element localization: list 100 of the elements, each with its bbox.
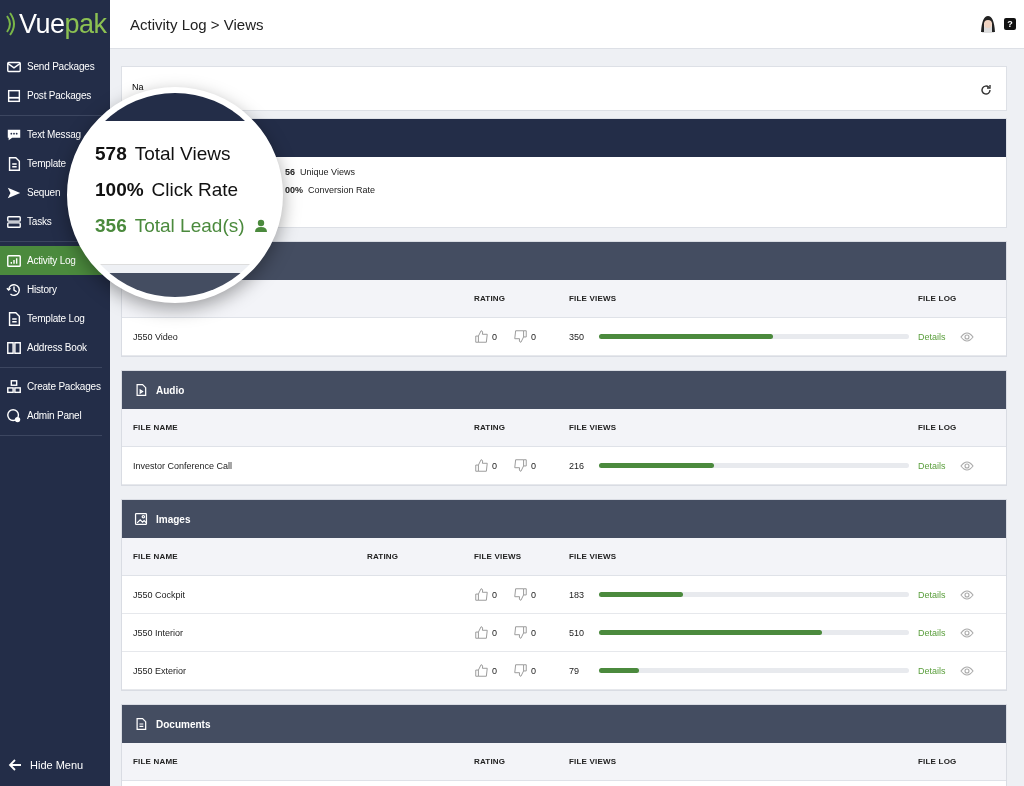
thumbs-up-icon[interactable] — [474, 587, 489, 602]
document-icon — [6, 310, 22, 327]
column-header: FILE NAME — [133, 552, 179, 561]
thumbs-up-icon[interactable] — [474, 625, 489, 640]
like-count: 0 — [492, 589, 497, 600]
book-icon — [6, 339, 22, 356]
column-header: FILE VIEWS — [569, 552, 618, 561]
like-count: 0 — [492, 627, 497, 638]
thumbs-down-icon[interactable] — [513, 663, 528, 678]
thumbs-down-icon[interactable] — [513, 458, 528, 473]
sidebar-item[interactable]: History — [0, 275, 57, 304]
eye-icon[interactable] — [959, 331, 974, 342]
eye-icon[interactable] — [959, 589, 974, 600]
sidebar-item[interactable]: Template Log — [0, 304, 85, 333]
column-header: FILE LOG — [918, 294, 958, 303]
column-header: FILE LOG — [918, 757, 958, 766]
sidebar-item[interactable]: Template — [0, 149, 66, 178]
view-count: 510 — [569, 627, 586, 638]
like-count: 0 — [492, 331, 497, 342]
chart-icon — [6, 252, 22, 269]
refresh-icon[interactable] — [980, 84, 992, 96]
sidebar-item[interactable]: Admin Panel — [0, 401, 82, 430]
sidebar-item[interactable]: Sequen — [0, 178, 61, 207]
stat-value: 356 — [95, 215, 127, 237]
stat-value: 578 — [95, 143, 127, 165]
thumbs-up-icon[interactable] — [474, 663, 489, 678]
thumbs-up-icon[interactable] — [474, 458, 489, 473]
column-header: FILE VIEWS — [569, 757, 618, 766]
dislike-count: 0 — [531, 627, 537, 638]
column-header: RATING — [474, 423, 507, 432]
like-count: 0 — [492, 665, 497, 676]
details-link[interactable]: Details — [918, 665, 946, 676]
file-name: J550 Interior — [133, 627, 185, 638]
details-link[interactable]: Details — [918, 331, 946, 342]
hide-menu-button[interactable]: Hide Menu — [0, 758, 110, 786]
thumbs-down-icon[interactable] — [513, 625, 528, 640]
file-name: J550 Cockpit — [133, 589, 187, 600]
avatar-icon[interactable] — [978, 14, 998, 34]
column-header: RATING — [367, 552, 400, 561]
signal-waves-icon — [6, 12, 16, 36]
thumbs-down-icon[interactable] — [513, 329, 528, 344]
sidebar-item[interactable]: Activity Log — [0, 246, 102, 275]
like-count: 0 — [492, 460, 497, 471]
breadcrumb: Activity Log > Views — [130, 15, 264, 33]
stat-label: Unique Views — [300, 167, 355, 177]
tasks-icon — [6, 213, 22, 230]
column-header: FILE NAME — [133, 757, 179, 766]
sidebar-item[interactable]: Send Packages — [0, 52, 95, 81]
monitor-icon — [6, 87, 22, 104]
arrow-left-icon — [8, 758, 22, 772]
view-count: 79 — [569, 665, 580, 676]
boxes-icon — [6, 378, 22, 395]
stat-value: 00% — [285, 185, 303, 195]
details-link[interactable]: Details — [918, 627, 946, 638]
person-icon — [252, 218, 269, 234]
view-count: 183 — [569, 589, 586, 600]
sidebar-item[interactable]: Tasks — [0, 207, 52, 236]
eye-icon[interactable] — [959, 665, 974, 676]
logo-text: Vuepak — [19, 8, 107, 40]
stat-label: Total Lead(s) — [134, 215, 245, 237]
section-title: Audio — [156, 384, 185, 396]
dislike-count: 0 — [531, 589, 537, 600]
column-header: FILE VIEWS — [474, 552, 523, 561]
eye-icon[interactable] — [959, 460, 974, 471]
sidebar-item[interactable]: Create Packages — [0, 372, 101, 401]
audio-file-icon — [134, 383, 148, 397]
stat-value: 56 — [285, 167, 295, 177]
stat-label: Total Views — [134, 143, 231, 165]
column-header: FILE VIEWS — [569, 294, 618, 303]
dislike-count: 0 — [531, 665, 537, 676]
document-icon — [134, 717, 148, 731]
column-header: FILE NAME — [133, 423, 179, 432]
details-link[interactable]: Details — [918, 589, 946, 600]
section-title: Documents — [156, 718, 211, 730]
document-icon — [6, 155, 22, 172]
dislike-count: 0 — [531, 460, 537, 471]
stat-label: Conversion Rate — [308, 185, 376, 195]
file-name: J550 Video — [133, 331, 179, 342]
column-header: FILE LOG — [918, 423, 958, 432]
details-link[interactable]: Details — [918, 460, 946, 471]
sidebar-item[interactable]: Post Packages — [0, 81, 92, 110]
summary-text: Na — [132, 82, 144, 92]
section-title: Images — [156, 513, 191, 525]
stat-label: Click Rate — [151, 179, 239, 201]
column-header: FILE VIEWS — [569, 423, 618, 432]
help-button[interactable]: ? — [1004, 18, 1016, 30]
sidebar-item[interactable]: Text Messag — [0, 120, 81, 149]
eye-icon[interactable] — [959, 627, 974, 638]
dislike-count: 0 — [531, 331, 537, 342]
view-count: 350 — [569, 331, 586, 342]
file-name: Investor Conference Call — [133, 460, 234, 471]
column-header: RATING — [474, 294, 507, 303]
history-icon — [6, 281, 22, 298]
view-count: 216 — [569, 460, 586, 471]
thumbs-down-icon[interactable] — [513, 587, 528, 602]
file-name: J550 Exterior — [133, 665, 188, 676]
thumbs-up-icon[interactable] — [474, 329, 489, 344]
column-header: RATING — [474, 757, 507, 766]
image-icon — [134, 512, 148, 526]
sidebar-item[interactable]: Address Book — [0, 333, 87, 362]
